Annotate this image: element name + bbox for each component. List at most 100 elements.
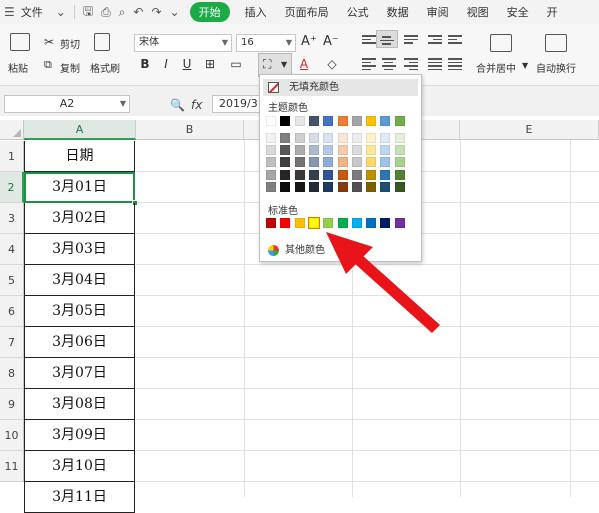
theme-shade-swatch[interactable] — [323, 133, 334, 143]
theme-shade-swatch[interactable] — [280, 133, 291, 143]
row-header-8[interactable]: 8 — [0, 358, 24, 389]
theme-shade-swatch[interactable] — [294, 169, 305, 180]
align-left-icon[interactable] — [362, 56, 376, 72]
standard-color-swatch[interactable] — [351, 218, 362, 228]
cell-a10[interactable]: 3月09日 — [24, 420, 135, 451]
function-icon[interactable]: fx — [191, 98, 202, 112]
cell-a1[interactable]: 日期 — [24, 141, 135, 172]
theme-shade-swatch[interactable] — [294, 145, 305, 156]
theme-color-swatch[interactable] — [351, 116, 362, 126]
wrap-text-icon[interactable] — [545, 34, 567, 52]
theme-shade-swatch[interactable] — [394, 133, 405, 143]
theme-shade-swatch[interactable] — [266, 145, 276, 156]
row-header-11[interactable]: 11 — [0, 451, 24, 482]
row-header-1[interactable]: 1 — [0, 141, 24, 172]
tab-formulas[interactable]: 公式 — [338, 4, 378, 20]
cell-a5[interactable]: 3月04日 — [24, 265, 135, 296]
tab-review[interactable]: 审阅 — [418, 4, 458, 20]
format-painter-button[interactable]: 格式刷 — [90, 60, 120, 75]
paste-button[interactable]: 粘贴 — [8, 60, 28, 75]
standard-color-swatch[interactable] — [266, 218, 276, 228]
theme-shade-swatch[interactable] — [308, 169, 319, 180]
standard-color-swatch[interactable] — [294, 218, 305, 228]
theme-shade-swatch[interactable] — [380, 133, 391, 143]
no-fill-option[interactable]: 无填充颜色 — [263, 79, 418, 96]
distributed-icon[interactable] — [448, 56, 462, 72]
font-name-select[interactable]: 宋体 ▼ — [134, 34, 232, 52]
outdent-icon[interactable] — [448, 33, 462, 46]
theme-shade-swatch[interactable] — [266, 169, 276, 180]
merge-center-button[interactable]: 合并居中 — [476, 60, 516, 75]
theme-shade-swatch[interactable] — [266, 133, 276, 143]
wrap-text-button[interactable]: 自动换行 — [536, 60, 576, 75]
tab-insert[interactable]: 插入 — [236, 4, 276, 20]
standard-color-swatch[interactable] — [394, 218, 405, 228]
standard-color-swatch[interactable] — [366, 218, 377, 228]
theme-shade-swatch[interactable] — [323, 145, 334, 156]
row-header-3[interactable]: 3 — [0, 203, 24, 234]
font-size-select[interactable]: 16 ▼ — [236, 34, 296, 52]
cell-a7[interactable]: 3月06日 — [24, 327, 135, 358]
theme-shade-swatch[interactable] — [294, 181, 305, 192]
align-center-icon[interactable] — [382, 56, 396, 72]
theme-shade-swatch[interactable] — [280, 169, 291, 180]
decrease-font-icon[interactable]: A⁻ — [323, 34, 339, 49]
theme-shade-swatch[interactable] — [366, 169, 377, 180]
copy-icon[interactable]: ⧉ — [44, 58, 52, 72]
indent-icon[interactable] — [428, 33, 442, 46]
theme-shade-swatch[interactable] — [266, 181, 276, 192]
theme-shade-swatch[interactable] — [294, 157, 305, 168]
underline-button[interactable]: U — [179, 57, 195, 71]
theme-shade-swatch[interactable] — [394, 145, 405, 156]
cut-button[interactable]: 剪切 — [60, 36, 80, 51]
theme-shade-swatch[interactable] — [337, 145, 348, 156]
theme-shade-swatch[interactable] — [280, 157, 291, 168]
row-header-5[interactable]: 5 — [0, 265, 24, 296]
theme-color-swatch[interactable] — [380, 116, 391, 126]
align-top-icon[interactable] — [362, 33, 376, 46]
theme-shade-swatch[interactable] — [380, 181, 391, 192]
theme-shade-swatch[interactable] — [380, 157, 391, 168]
theme-shade-swatch[interactable] — [294, 133, 305, 143]
theme-shade-swatch[interactable] — [308, 181, 319, 192]
chevron-down-icon[interactable]: ⌄ — [166, 5, 184, 19]
standard-color-swatch[interactable] — [323, 218, 334, 228]
increase-font-icon[interactable]: A⁺ — [301, 34, 317, 49]
cell-a12[interactable]: 3月11日 — [24, 482, 135, 513]
theme-shade-swatch[interactable] — [366, 157, 377, 168]
theme-color-swatch[interactable] — [280, 116, 291, 126]
theme-color-swatch[interactable] — [337, 116, 348, 126]
select-all-corner[interactable] — [0, 120, 24, 140]
cell-a8[interactable]: 3月07日 — [24, 358, 135, 389]
zoom-icon[interactable]: 🔍 — [170, 98, 185, 112]
print-icon[interactable]: ⎙ — [97, 5, 115, 20]
row-header-2[interactable]: 2 — [0, 172, 24, 203]
theme-shade-swatch[interactable] — [308, 133, 319, 143]
theme-shade-swatch[interactable] — [337, 181, 348, 192]
cell-style-icon[interactable]: ▭ — [228, 57, 244, 71]
theme-color-swatch[interactable] — [366, 116, 377, 126]
column-header-b[interactable]: B — [136, 120, 244, 140]
theme-shade-swatch[interactable] — [280, 181, 291, 192]
theme-shade-swatch[interactable] — [351, 133, 362, 143]
theme-color-swatch[interactable] — [394, 116, 405, 126]
theme-shade-swatch[interactable] — [380, 145, 391, 156]
cell-a11[interactable]: 3月10日 — [24, 451, 135, 482]
theme-shade-swatch[interactable] — [308, 157, 319, 168]
theme-shade-swatch[interactable] — [323, 157, 334, 168]
tab-data[interactable]: 数据 — [378, 4, 418, 20]
save-icon[interactable]: 🖫 — [79, 2, 97, 23]
theme-shade-swatch[interactable] — [394, 157, 405, 168]
theme-shade-swatch[interactable] — [337, 157, 348, 168]
theme-shade-swatch[interactable] — [323, 169, 334, 180]
tab-security[interactable]: 安全 — [498, 4, 538, 20]
italic-button[interactable]: I — [158, 57, 174, 71]
copy-button[interactable]: 复制 — [60, 60, 80, 75]
print-preview-icon[interactable]: ⌕ — [115, 5, 130, 20]
bold-button[interactable]: B — [137, 57, 153, 71]
theme-shade-swatch[interactable] — [380, 169, 391, 180]
align-bottom-icon[interactable] — [404, 33, 418, 46]
row-header-10[interactable]: 10 — [0, 420, 24, 451]
theme-shade-swatch[interactable] — [337, 133, 348, 143]
clear-format-icon[interactable]: ◇ — [324, 57, 340, 71]
